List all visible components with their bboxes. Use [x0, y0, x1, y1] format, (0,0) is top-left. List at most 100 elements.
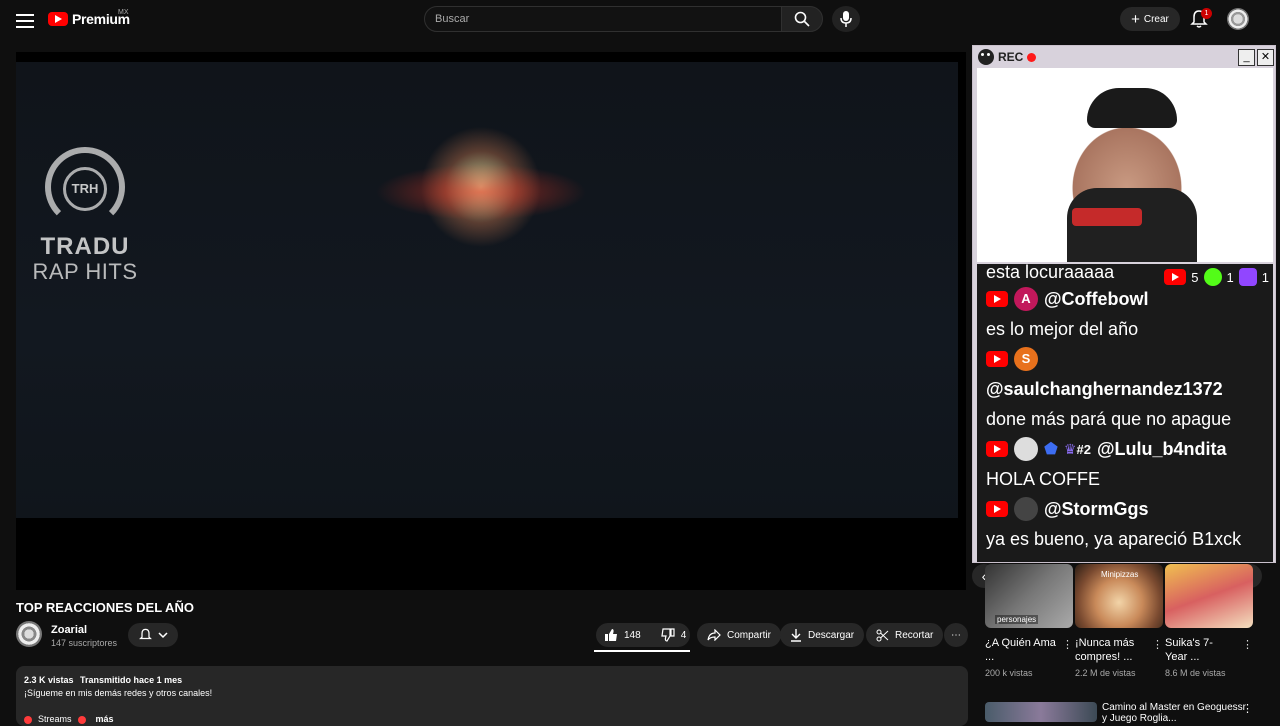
video-frame[interactable]	[16, 62, 958, 518]
microphone-icon	[840, 11, 852, 27]
download-button[interactable]: Descargar	[780, 623, 865, 647]
clip-button[interactable]: Recortar	[866, 623, 944, 647]
chat-panel: 5 1 1 esta locuraaaaa A @Coffebowl es lo…	[977, 264, 1273, 562]
youtube-icon	[986, 441, 1008, 457]
webcam-person	[1087, 88, 1177, 128]
search-input[interactable]: Buscar	[424, 6, 782, 32]
subscription-notification-button[interactable]	[128, 623, 178, 647]
next-video-thumbnail[interactable]	[985, 702, 1097, 722]
chat-text: ya es bueno, ya apareció B1xck	[986, 528, 1242, 549]
rank-badge: #2	[1076, 441, 1091, 457]
search-icon	[794, 11, 810, 27]
bell-icon	[138, 628, 152, 640]
more-options-icon[interactable]: ⋮	[1242, 702, 1253, 715]
crown-icon: ♛	[1063, 440, 1077, 457]
overlay-titlebar: REC	[973, 46, 1275, 68]
recommendation-card[interactable]: Suika's 7-Year ... 8.6 M de vistas ⋮	[1165, 564, 1253, 678]
video-player[interactable]: TRH TRADU RAP HITS	[16, 52, 966, 590]
voice-search-button[interactable]	[832, 6, 860, 32]
chat-user-row: ⬟ ♛ #2 @Lulu_b4ndita	[977, 434, 1273, 464]
youtube-icon	[986, 291, 1008, 307]
user-avatar	[1014, 497, 1038, 521]
chat-user-row: @StormGgs	[977, 494, 1273, 524]
recommendations-carousel: ‹ › personajes ¿A Quién Ama ... 200 k vi…	[972, 562, 1280, 720]
channel-name[interactable]: Zoarial	[51, 624, 87, 636]
description-stats: 2.3 K vistas Transmitido hace 1 mes	[24, 674, 960, 687]
chat-text: esta locuraaaaa	[986, 264, 1115, 282]
rec-label: REC	[998, 50, 1024, 64]
more-options-icon[interactable]: ⋮	[1062, 638, 1073, 651]
card-title[interactable]: Suika's 7-Year ...	[1165, 636, 1231, 664]
recommendation-card[interactable]: Minipizzas ¡Nunca más compres! ... 2.2 M…	[1075, 564, 1163, 678]
card-thumbnail[interactable]: personajes	[985, 564, 1073, 628]
create-label: Crear	[1143, 13, 1169, 25]
minimize-button[interactable]: _	[1238, 49, 1255, 66]
chat-username: @StormGgs	[1044, 498, 1149, 519]
channel-watermark: TRH TRADU RAP HITS	[20, 147, 150, 283]
like-count: 148	[624, 629, 641, 641]
description-box[interactable]: 2.3 K vistas Transmitido hace 1 mes ¡Síg…	[16, 666, 968, 726]
youtube-logo[interactable]: Premium MX	[48, 9, 130, 27]
share-label: Compartir	[727, 629, 771, 641]
kick-count: 1	[1226, 269, 1234, 285]
close-button[interactable]: ✕	[1257, 49, 1274, 66]
thumb-label: Minipizzas	[1101, 570, 1139, 579]
chat-message: es lo mejor del año	[977, 314, 1273, 344]
create-button[interactable]: + Crear	[1120, 7, 1180, 31]
like-dislike-group: 148 4	[596, 623, 690, 647]
chat-text: HOLA COFFE	[986, 468, 1101, 489]
stream-time: Transmitido hace 1 mes	[80, 675, 183, 685]
chat-username: @saulchanghernandez1372	[986, 378, 1223, 399]
download-icon	[791, 629, 801, 642]
like-button[interactable]: 148	[604, 628, 641, 642]
dislike-count: 4	[680, 629, 687, 641]
next-video-item[interactable]: Camino al Master en Geoguessr y Juego Ro…	[984, 698, 1274, 724]
share-button[interactable]: Compartir	[697, 623, 781, 647]
rec-dot-icon	[1027, 52, 1037, 62]
clip-label: Recortar	[895, 629, 934, 641]
chat-message: HOLA COFFE	[977, 464, 1273, 494]
youtube-icon	[986, 501, 1008, 517]
webcam-microphone	[1072, 208, 1142, 226]
chevron-down-icon	[157, 632, 168, 639]
webcam-feed	[977, 68, 1273, 262]
more-options-icon[interactable]: ⋮	[1242, 638, 1253, 651]
card-thumbnail[interactable]: Minipizzas	[1075, 564, 1163, 628]
card-views: 200 k vistas	[985, 668, 1033, 678]
plus-icon: +	[1131, 10, 1140, 28]
subscriber-count: 147 suscriptores	[51, 638, 118, 648]
more-options-icon[interactable]: ⋮	[1152, 638, 1163, 651]
video-title: TOP REACCIONES DEL AÑO	[16, 600, 194, 615]
menu-icon[interactable]	[14, 10, 36, 32]
like-progress-underline	[594, 650, 690, 652]
chat-text: es lo mejor del año	[986, 318, 1139, 339]
chat-username: @Lulu_b4ndita	[1096, 438, 1227, 459]
chat-user-row: S	[977, 344, 1273, 374]
search-button[interactable]	[781, 6, 823, 32]
notification-badge: 1	[1201, 8, 1212, 19]
twitch-count: 1	[1261, 269, 1269, 285]
chat-username: @Coffebowl	[1044, 288, 1149, 309]
chat-text: done más pará que no apague	[986, 408, 1232, 429]
account-avatar[interactable]	[1227, 8, 1249, 30]
card-title[interactable]: ¿A Quién Ama ...	[985, 636, 1059, 664]
card-title[interactable]: ¡Nunca más compres! ...	[1075, 636, 1145, 664]
logo-region: MX	[118, 9, 129, 16]
watermark-badge: TRH	[63, 167, 107, 211]
watermark-line2: RAP HITS	[32, 259, 138, 284]
thumbs-up-icon	[605, 629, 617, 641]
dislike-button[interactable]: 4	[660, 628, 687, 642]
card-thumbnail[interactable]	[1165, 564, 1253, 628]
chat-user-row: A @Coffebowl	[977, 284, 1273, 314]
next-video-title[interactable]: Camino al Master en Geoguessr y Juego Ro…	[1102, 702, 1252, 724]
download-label: Descargar	[808, 629, 855, 641]
card-views: 2.2 M de vistas	[1075, 668, 1136, 678]
twitch-icon	[1238, 268, 1257, 286]
more-actions-button[interactable]: ⋯	[944, 623, 968, 647]
headphones-icon: TRH	[45, 147, 125, 227]
channel-avatar[interactable]	[16, 621, 42, 647]
viewer-counts: 5 1 1	[1164, 268, 1269, 286]
recommendation-card[interactable]: personajes ¿A Quién Ama ... 200 k vistas…	[985, 564, 1073, 678]
youtube-icon	[1164, 269, 1187, 285]
youtube-play-icon	[48, 12, 68, 26]
